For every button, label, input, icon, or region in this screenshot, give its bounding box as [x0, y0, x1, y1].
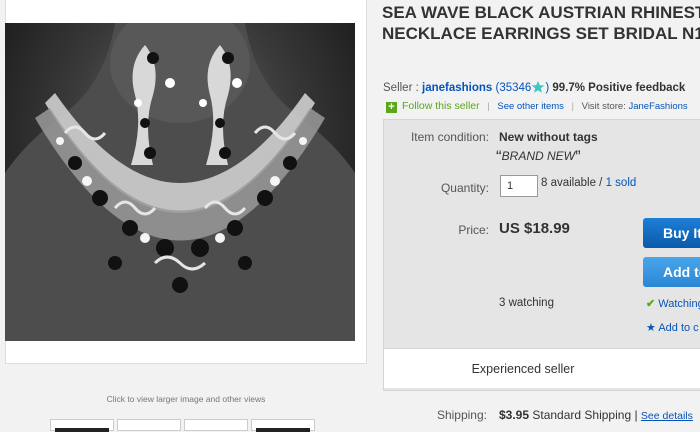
add-to-list-label: Add to c [658, 322, 699, 334]
watching-count: 3 watching [499, 297, 554, 309]
add-to-cart-button[interactable]: Add to [643, 257, 700, 287]
seller-score-close: ) [545, 82, 550, 94]
watching-link-label: Watching [658, 298, 700, 310]
listing-title: SEA WAVE BLACK AUSTRIAN RHINESTO NECKLAC… [382, 2, 700, 44]
store-link[interactable]: JaneFashions [628, 101, 687, 112]
shipping-details-link[interactable]: See details [641, 410, 693, 422]
star-icon: ★ [646, 322, 656, 334]
quantity-input[interactable]: 1 [500, 175, 538, 197]
seller-actions: + Follow this seller | See other items | … [386, 100, 688, 113]
plus-icon: + [386, 102, 397, 113]
divider: | [571, 101, 575, 112]
seller-name-link[interactable]: janefashions [422, 82, 492, 94]
buy-it-now-button[interactable]: Buy It [643, 218, 700, 248]
seller-score-link[interactable]: (35346 [496, 82, 532, 94]
quantity-label: Quantity: [440, 181, 489, 195]
positive-feedback: 99.7% Positive feedback [552, 82, 686, 94]
condition-value: New without tags [499, 130, 598, 144]
listing-title-line: NECKLACE EARRINGS SET BRIDAL N169 [382, 24, 700, 43]
availability: 8 available / 1 sold [541, 177, 636, 189]
shipping-label: Shipping: [436, 408, 487, 422]
divider: | [487, 101, 490, 112]
watching-link[interactable]: ✔ Watching [646, 297, 700, 310]
price-label: Price: [458, 223, 489, 237]
seller-label: Seller : [383, 82, 419, 94]
thumbnail[interactable] [117, 419, 181, 431]
check-icon: ✔ [646, 298, 656, 310]
shipping-cost: $3.95 [499, 408, 530, 422]
thumbnail[interactable] [184, 419, 248, 431]
visit-store-label: Visit store: [581, 101, 626, 112]
thumbnail[interactable] [251, 419, 315, 432]
follow-seller-link[interactable]: Follow this seller [402, 100, 480, 112]
condition-label: Item condition: [410, 130, 489, 144]
sold-link[interactable]: 1 sold [606, 177, 637, 189]
shipping-method: Standard Shipping [532, 408, 632, 422]
price-value: US $18.99 [499, 220, 570, 237]
available-count: 8 available / [541, 177, 603, 189]
experienced-seller-bar: Experienced seller [384, 348, 700, 388]
add-to-list-link[interactable]: ★ Add to c [646, 321, 699, 334]
listing-title-line: SEA WAVE BLACK AUSTRIAN RHINESTO [382, 3, 700, 22]
see-other-items-link[interactable]: See other items [497, 101, 564, 112]
purchase-panel: Item condition: New without tags “BRAND … [383, 119, 700, 391]
condition-note-text: BRAND NEW [501, 149, 576, 163]
shipping-info: $3.95 Standard Shipping | See details [499, 408, 693, 422]
thumbnail[interactable] [50, 419, 114, 432]
seller-info: Seller : janefashions (35346) 99.7% Posi… [383, 80, 685, 94]
product-image[interactable] [5, 23, 355, 341]
necklace-illustration [5, 23, 355, 341]
star-icon [532, 81, 545, 93]
image-click-hint: Click to view larger image and other vie… [106, 394, 266, 404]
condition-note: “BRAND NEW” [496, 147, 581, 166]
